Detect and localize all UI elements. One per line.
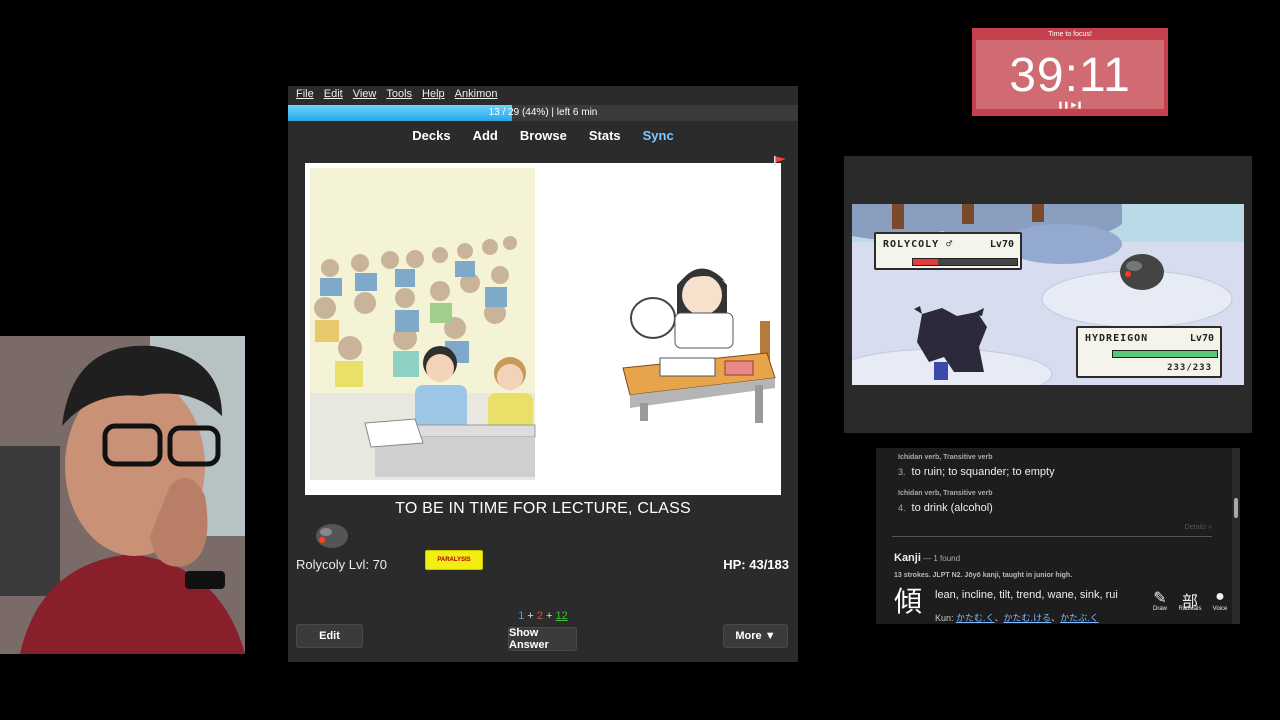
entry-text: to ruin; to squander; to empty — [911, 466, 1055, 478]
player-hp-bar — [1112, 350, 1218, 358]
enemy-level: Lv70 — [989, 239, 1014, 250]
radicals-icon: 部 — [1181, 594, 1198, 611]
entry-text: to drink (alcohol) — [911, 502, 993, 514]
enemy-hp-fill — [913, 259, 938, 265]
count-separator: + — [543, 610, 556, 622]
review-progress-bar: 13 / 29 (44%) | left 6 min — [288, 105, 798, 121]
player-level: Lv70 — [1189, 333, 1214, 344]
top-nav: Decks Add Browse Stats Sync — [288, 128, 798, 143]
edit-button[interactable]: Edit — [296, 624, 363, 648]
nav-stats[interactable]: Stats — [589, 128, 621, 143]
menu-help[interactable]: Help — [422, 88, 445, 105]
battle-window: ROLYCOLY ♂ Lv70 HYDREIGON Lv70 233/233 — [844, 156, 1252, 433]
webcam-feed — [0, 336, 245, 654]
player-name: HYDREIGON — [1085, 333, 1149, 344]
enemy-hp-box: ROLYCOLY ♂ Lv70 — [874, 232, 1022, 270]
scrollbar-thumb[interactable] — [1234, 498, 1238, 518]
kun-label: Kun: — [935, 613, 957, 623]
kanji-character[interactable]: 傾 — [894, 580, 922, 620]
timer-display: 39:11 ❚❚ ▶❚ — [976, 40, 1164, 109]
count-separator: + — [524, 610, 537, 622]
timer-time: 39:11 — [1009, 49, 1131, 102]
details-link[interactable]: Details » — [1185, 524, 1212, 531]
nav-browse[interactable]: Browse — [520, 128, 567, 143]
enemy-name: ROLYCOLY ♂ — [883, 239, 954, 250]
input-tools: ✎ Draw 部 Radicals ● Voice — [1148, 588, 1232, 612]
entry-number: 3. — [898, 467, 906, 477]
timer-controls[interactable]: ❚❚ ▶❚ — [976, 101, 1164, 109]
menu-bar: File Edit View Tools Help Ankimon — [288, 86, 798, 105]
kun-reading-link[interactable]: かたぶ.く — [1060, 613, 1099, 623]
kanji-meaning: lean, incline, tilt, trend, wane, sink, … — [935, 589, 1118, 601]
entry-number: 4. — [898, 503, 906, 513]
player-hp-fill — [1113, 351, 1217, 357]
card-illustration — [305, 163, 781, 495]
menu-edit[interactable]: Edit — [324, 88, 343, 105]
focus-timer: Time to focus! 39:11 ❚❚ ▶❚ — [972, 28, 1168, 116]
pokemon-name-level: Rolycoly Lvl: 70 — [296, 557, 388, 572]
voice-label: Voice — [1212, 606, 1228, 612]
menu-ankimon[interactable]: Ankimon — [455, 88, 498, 105]
battle-scene: ROLYCOLY ♂ Lv70 HYDREIGON Lv70 233/233 — [852, 204, 1244, 385]
kun-readings: Kun: かたむ.く、かたむ.ける、かたぶ.く — [935, 613, 1099, 623]
kanji-meta: 13 strokes. JLPT N2. Jōyō kanji, taught … — [894, 572, 1073, 579]
player-hp-box: HYDREIGON Lv70 233/233 — [1076, 326, 1222, 378]
entry-pos: Ichidan verb, Transitive verb — [898, 454, 993, 461]
show-answer-button[interactable]: Show Answer — [508, 627, 577, 651]
radicals-button[interactable]: 部 Radicals — [1178, 588, 1202, 612]
radicals-label: Radicals — [1178, 606, 1202, 612]
entry-definition: 3. to ruin; to squander; to empty — [898, 466, 1055, 478]
status-badge: PARALYSIS — [425, 550, 483, 570]
draw-icon: ✎ — [1153, 590, 1167, 607]
menu-tools[interactable]: Tools — [386, 88, 412, 105]
card-answer-text: TO BE IN TIME FOR LECTURE, CLASS — [395, 500, 691, 517]
nav-sync[interactable]: Sync — [643, 128, 674, 143]
entry-pos: Ichidan verb, Transitive verb — [898, 490, 993, 497]
lecture-illustration — [310, 168, 776, 480]
draw-button[interactable]: ✎ Draw — [1148, 588, 1172, 612]
review-count: 12 — [555, 610, 568, 622]
entry-definition: 4. to drink (alcohol) — [898, 502, 993, 514]
dictionary-popup: Ichidan verb, Transitive verb 3. to ruin;… — [876, 448, 1240, 624]
timer-label: Time to focus! — [1048, 31, 1092, 38]
nav-decks[interactable]: Decks — [412, 128, 450, 143]
progress-text: 13 / 29 (44%) | left 6 min — [488, 107, 598, 118]
due-counts: 1 + 2 + 12 — [288, 610, 798, 622]
menu-view[interactable]: View — [353, 88, 377, 105]
microphone-icon: ● — [1215, 588, 1225, 605]
enemy-hp-bar — [912, 258, 1018, 266]
kanji-heading: Kanji — 1 found — [894, 552, 960, 564]
kun-reading-link[interactable]: かたむ.く — [956, 613, 995, 623]
voice-button[interactable]: ● Voice — [1208, 588, 1232, 612]
scrollbar[interactable] — [1232, 448, 1240, 624]
rolycoly-sprite — [316, 524, 348, 548]
kun-reading-link[interactable]: かたむ.ける — [1004, 613, 1052, 623]
kanji-found-count: — 1 found — [920, 554, 961, 563]
divider — [892, 536, 1212, 537]
pokemon-hp: HP: 43/183 — [723, 557, 789, 572]
more-button[interactable]: More ▼ — [723, 624, 788, 648]
kanji-heading-label: Kanji — [894, 552, 921, 564]
menu-file[interactable]: File — [296, 88, 314, 105]
webcam-image — [0, 336, 245, 654]
anki-window: File Edit View Tools Help Ankimon 13 / 2… — [288, 86, 798, 662]
player-hp-text: 233/233 — [1167, 363, 1212, 373]
nav-add[interactable]: Add — [473, 128, 498, 143]
flag-icon[interactable] — [774, 156, 786, 166]
draw-label: Draw — [1152, 606, 1167, 612]
